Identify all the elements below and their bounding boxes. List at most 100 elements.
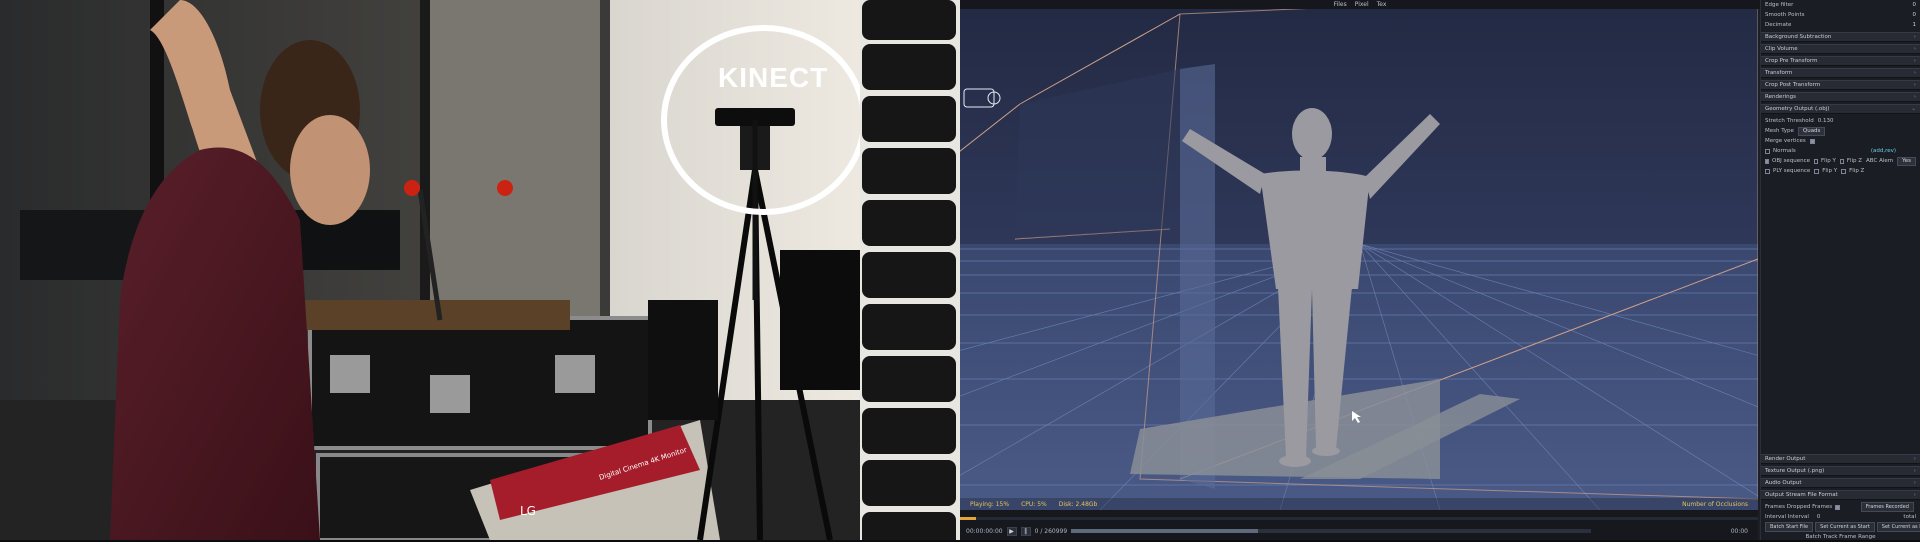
- obj-flip-z-checkbox[interactable]: [1839, 158, 1844, 164]
- ply-flip-z-label: Flip Z: [1849, 168, 1865, 174]
- panel-bottom-section: Render Output › Texture Output (.png) › Au…: [1761, 452, 1920, 542]
- mesh-type-select[interactable]: Quads: [1797, 126, 1826, 136]
- stretch-threshold-row[interactable]: Stretch Threshold 0.130: [1761, 116, 1920, 126]
- obj-sequence-checkbox[interactable]: [1765, 158, 1769, 164]
- stretch-threshold-value[interactable]: 0.130: [1818, 118, 1834, 124]
- topbar-item-files[interactable]: Files: [1334, 0, 1347, 9]
- ply-sequence-label: PLY sequence: [1773, 168, 1811, 174]
- decimate-row[interactable]: Decimate 1: [1761, 20, 1920, 30]
- timeline-frame: 0 / 260999: [1034, 527, 1068, 535]
- section-crop-post-transform[interactable]: Crop Post Transform ›: [1761, 80, 1920, 90]
- interval-unit: total: [1903, 514, 1916, 520]
- section-output-stream-format[interactable]: Output Stream File Format ›: [1761, 490, 1920, 500]
- section-crop-pre-transform[interactable]: Crop Pre Transform ›: [1761, 56, 1920, 66]
- decimate-value[interactable]: 1: [1913, 22, 1917, 28]
- section-label: Crop Pre Transform: [1765, 58, 1818, 64]
- interval-value[interactable]: 0: [1817, 514, 1821, 520]
- edge-filter-value[interactable]: 0: [1913, 2, 1917, 8]
- chevron-icon: ›: [1913, 456, 1916, 462]
- batch-footer: Batch Track Frame Range: [1761, 532, 1920, 542]
- ply-flip-y-checkbox[interactable]: [1814, 168, 1820, 174]
- set-end-button[interactable]: Set Current as End: [1876, 522, 1920, 532]
- ply-flip-z-checkbox[interactable]: [1841, 168, 1847, 174]
- screen: LG Digital Cinema 4K Monitor KINECT File…: [0, 0, 1920, 540]
- obj-sequence-row[interactable]: OBJ sequence Flip Y Flip Z ABC Alem Yes: [1761, 156, 1920, 166]
- normals-checkbox[interactable]: [1765, 148, 1770, 154]
- section-label: Texture Output (.png): [1765, 468, 1825, 474]
- chevron-icon: ›: [1913, 46, 1916, 52]
- obj-flip-y-label: Flip Y: [1820, 158, 1836, 164]
- section-render-output[interactable]: Render Output ›: [1761, 454, 1920, 464]
- frames-label: Frames Dropped Frames: [1765, 504, 1833, 510]
- section-label: Crop Post Transform: [1765, 82, 1821, 88]
- batch-buttons-row: Batch Start File Set Current as Start Se…: [1761, 522, 1920, 532]
- box-brand: LG: [520, 504, 536, 518]
- alembic-select[interactable]: Yes: [1897, 156, 1916, 166]
- section-label: Geometry Output (.obj): [1765, 106, 1830, 112]
- timeline-progress: [960, 517, 976, 520]
- normals-mode: (add,rev): [1870, 148, 1896, 154]
- section-label: Clip Volume: [1765, 46, 1798, 52]
- section-texture-output[interactable]: Texture Output (.png) ›: [1761, 466, 1920, 476]
- section-label: Transform: [1765, 70, 1793, 76]
- set-start-button[interactable]: Set Current as Start: [1815, 522, 1875, 532]
- edge-filter-row[interactable]: Edge filter 0: [1761, 0, 1920, 10]
- capture-setup-photo: LG Digital Cinema 4K Monitor KINECT: [0, 0, 960, 540]
- viewport-status-bar: Playing: 15% CPU: 5% Disk: 2.48Gb Number…: [960, 498, 1758, 510]
- timeline-end: 00:00: [1730, 527, 1748, 535]
- section-label: Background Subtraction: [1765, 34, 1832, 40]
- obj-flip-y-checkbox[interactable]: [1813, 158, 1818, 164]
- normals-label: Normals: [1773, 148, 1796, 154]
- play-button[interactable]: ▶: [1006, 526, 1017, 536]
- chevron-icon: ›: [1913, 34, 1916, 40]
- viewport-scene: [960, 9, 1758, 510]
- chevron-icon: ›: [1913, 492, 1916, 498]
- topbar-item-tex[interactable]: Tex: [1377, 0, 1387, 9]
- top-toolbar: Files Pixel Tex: [960, 0, 1760, 9]
- frames-checkbox[interactable]: [1835, 504, 1841, 510]
- stretch-threshold-label: Stretch Threshold: [1765, 118, 1814, 124]
- mesh-type-row[interactable]: Mesh Type Quads: [1761, 126, 1920, 136]
- smooth-points-value[interactable]: 0: [1913, 12, 1917, 18]
- ply-sequence-row[interactable]: PLY sequence Flip Y Flip Z: [1761, 166, 1920, 176]
- section-renderings[interactable]: Renderings ›: [1761, 92, 1920, 102]
- batch-footer-label: Batch Track Frame Range: [1805, 534, 1876, 540]
- merge-vertices-row[interactable]: Merge vertices: [1761, 136, 1920, 146]
- status-occlusions: Number of Occlusions: [1682, 500, 1748, 508]
- edge-filter-label: Edge filter: [1765, 2, 1794, 8]
- chevron-down-icon: ⌄: [1911, 106, 1916, 112]
- chevron-icon: ›: [1913, 468, 1916, 474]
- section-background-subtraction[interactable]: Background Subtraction ›: [1761, 32, 1920, 42]
- section-audio-output[interactable]: Audio Output ›: [1761, 478, 1920, 488]
- section-geometry-output[interactable]: Geometry Output (.obj) ⌄: [1761, 104, 1920, 114]
- scrub-bar[interactable]: [1071, 529, 1592, 533]
- depthkit-app-window: Files Pixel Tex Playing: 15% CPU: 5% Dis…: [960, 0, 1920, 540]
- pause-icon: ‖: [1024, 527, 1028, 535]
- section-label: Audio Output: [1765, 480, 1802, 486]
- ply-flip-y-label: Flip Y: [1822, 168, 1838, 174]
- merge-vertices-checkbox[interactable]: [1809, 138, 1815, 144]
- mesh-type-label: Mesh Type: [1765, 128, 1794, 134]
- frames-row[interactable]: Frames Dropped Frames Frames Recorded: [1761, 502, 1920, 512]
- frames-recorded-button[interactable]: Frames Recorded: [1860, 502, 1914, 512]
- alembic-label: ABC Alem: [1866, 158, 1894, 164]
- chevron-icon: ›: [1913, 70, 1916, 76]
- normals-row[interactable]: Normals (add,rev): [1761, 146, 1920, 156]
- smooth-points-row[interactable]: Smooth Points 0: [1761, 10, 1920, 20]
- ply-sequence-checkbox[interactable]: [1765, 168, 1770, 174]
- play-icon: ▶: [1009, 527, 1014, 535]
- interval-row[interactable]: Interval Interval 0 total: [1761, 512, 1920, 522]
- timeline[interactable]: 00:00:00:00 ▶ ‖ 0 / 260999 00:00: [960, 510, 1758, 540]
- timeline-track[interactable]: [960, 517, 1758, 520]
- section-clip-volume[interactable]: Clip Volume ›: [1761, 44, 1920, 54]
- status-cpu: CPU: 5%: [1021, 500, 1047, 508]
- batch-start-button[interactable]: Batch Start File: [1765, 522, 1814, 532]
- status-disk: Disk: 2.48Gb: [1058, 500, 1098, 508]
- pause-button[interactable]: ‖: [1020, 526, 1031, 536]
- 3d-viewport[interactable]: [960, 9, 1758, 510]
- section-transform[interactable]: Transform ›: [1761, 68, 1920, 78]
- topbar-item-pixel[interactable]: Pixel: [1355, 0, 1369, 9]
- merge-vertices-label: Merge vertices: [1765, 138, 1806, 144]
- interval-label: Interval Interval: [1765, 514, 1809, 520]
- section-label: Output Stream File Format: [1765, 492, 1838, 498]
